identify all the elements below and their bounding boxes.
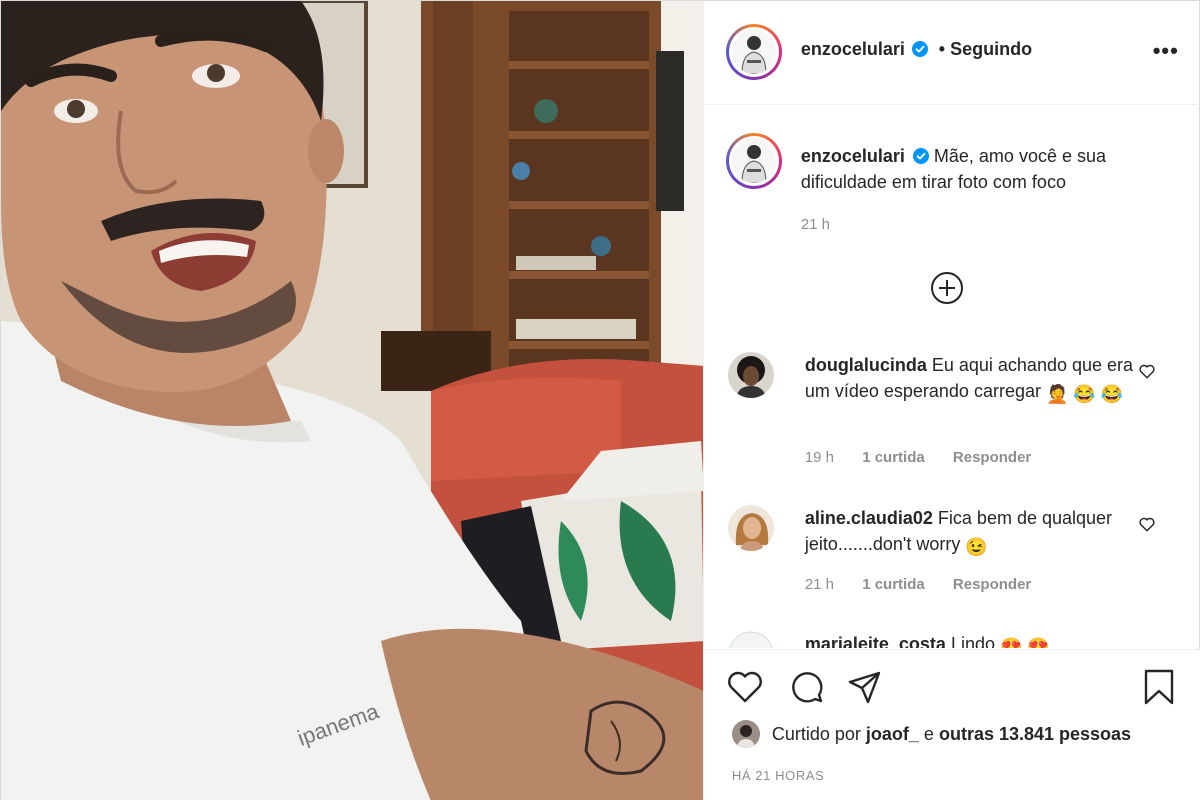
comment-body: douglalucinda Eu aqui achando que era um…	[805, 352, 1135, 407]
verified-badge-icon	[912, 41, 929, 57]
comment-time[interactable]: 19 h	[805, 449, 834, 466]
reply-button[interactable]: Responder	[953, 449, 1031, 466]
comment-meta: 19 h 1 curtida Responder	[805, 449, 1055, 466]
comment-username[interactable]: aline.claudia02	[805, 508, 933, 528]
comment-emojis: 😉	[965, 537, 988, 557]
comment-like-heart-icon[interactable]	[1138, 362, 1156, 380]
liked-by-prefix: Curtido por	[771, 723, 861, 744]
comment-emojis: 😍 😍	[1000, 637, 1050, 648]
follow-status-button[interactable]: • Seguindo	[939, 39, 1032, 59]
comments-scroll-area[interactable]: enzocelulari Mãe, amo você e sua dificul…	[704, 106, 1200, 648]
verified-badge-icon	[912, 148, 929, 164]
like-heart-icon[interactable]	[726, 668, 764, 706]
caption-time[interactable]: 21 h	[801, 216, 830, 233]
comment-item: douglalucinda Eu aqui achando que era um…	[727, 352, 1168, 482]
post-side-panel: enzocelulari • Seguindo ••• enzocelulari…	[702, 1, 1200, 800]
others-likes-link[interactable]: outras 13.841 pessoas	[939, 724, 1131, 745]
liker-username[interactable]: joaof_	[866, 724, 919, 745]
comment-body: aline.claudia02 Fica bem de qualquer jei…	[805, 505, 1135, 560]
post-photo[interactable]: ipanema	[1, 1, 703, 800]
post-actions-bar: Curtido por joaof_ e outras 13.841 pesso…	[703, 649, 1200, 800]
comment-like-heart-icon[interactable]	[1138, 515, 1156, 533]
post-header: enzocelulari • Seguindo •••	[703, 1, 1200, 105]
comment-emojis: 🤦 😂 😂	[1045, 384, 1124, 404]
comment-likes-count[interactable]: 1 curtida	[862, 449, 925, 466]
comment-username[interactable]: douglalucinda	[805, 355, 927, 375]
instagram-post-modal: ipanema enzocelulari • Seguindo ••• enzo…	[0, 0, 1200, 800]
comment-text: Lindo	[950, 634, 995, 648]
caption-username[interactable]: enzocelulari	[801, 146, 905, 166]
liked-by-connector: e	[923, 723, 934, 744]
caption-block: enzocelulari Mãe, amo você e sua dificul…	[801, 143, 1161, 195]
comment-likes-count[interactable]: 1 curtida	[862, 576, 925, 593]
bookmark-save-icon[interactable]	[1140, 668, 1178, 706]
commenter-avatar[interactable]	[728, 631, 774, 648]
comment-meta: 21 h 1 curtida Responder	[805, 576, 1055, 593]
likes-summary: Curtido por joaof_ e outras 13.841 pesso…	[731, 720, 1131, 748]
commenter-avatar[interactable]	[727, 505, 774, 551]
more-options-icon[interactable]: •••	[1153, 40, 1179, 62]
reply-button[interactable]: Responder	[953, 576, 1031, 593]
comment-item: aline.claudia02 Fica bem de qualquer jei…	[727, 505, 1168, 605]
load-more-comments-icon[interactable]	[930, 271, 964, 305]
comment-bubble-icon[interactable]	[788, 668, 826, 706]
author-avatar[interactable]	[725, 24, 782, 80]
comment-time[interactable]: 21 h	[805, 576, 834, 593]
post-timestamp[interactable]: HÁ 21 HORAS	[732, 768, 825, 783]
caption-avatar[interactable]	[725, 133, 782, 189]
comment-username[interactable]: marialeite_costa	[805, 634, 946, 648]
author-username[interactable]: enzocelulari	[801, 39, 905, 59]
header-user-line: enzocelulari • Seguindo	[801, 39, 1032, 60]
selfie-illustration: ipanema	[1, 1, 703, 800]
commenter-avatar[interactable]	[727, 352, 774, 398]
share-send-icon[interactable]	[846, 668, 884, 706]
comment-body: marialeite_costa Lindo 😍 😍	[805, 631, 1135, 648]
liker-avatar[interactable]	[731, 720, 760, 748]
comment-item: marialeite_costa Lindo 😍 😍	[728, 631, 1168, 648]
